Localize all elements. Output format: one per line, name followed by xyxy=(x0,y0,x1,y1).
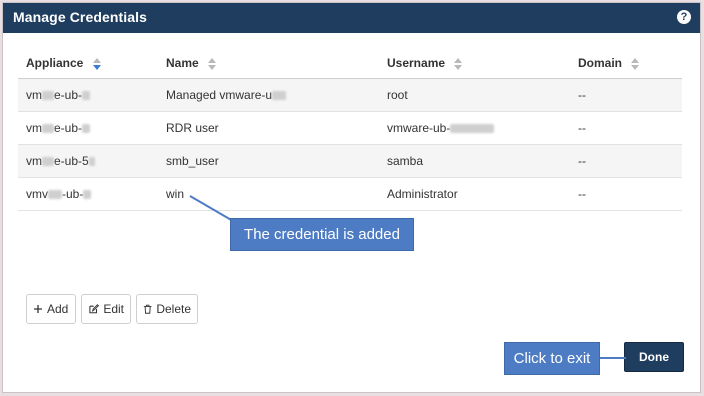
credential-added-callout: The credential is added xyxy=(230,218,414,251)
callout-line xyxy=(189,195,234,222)
callout-connectors xyxy=(189,195,626,359)
click-to-exit-callout: Click to exit xyxy=(504,342,600,375)
